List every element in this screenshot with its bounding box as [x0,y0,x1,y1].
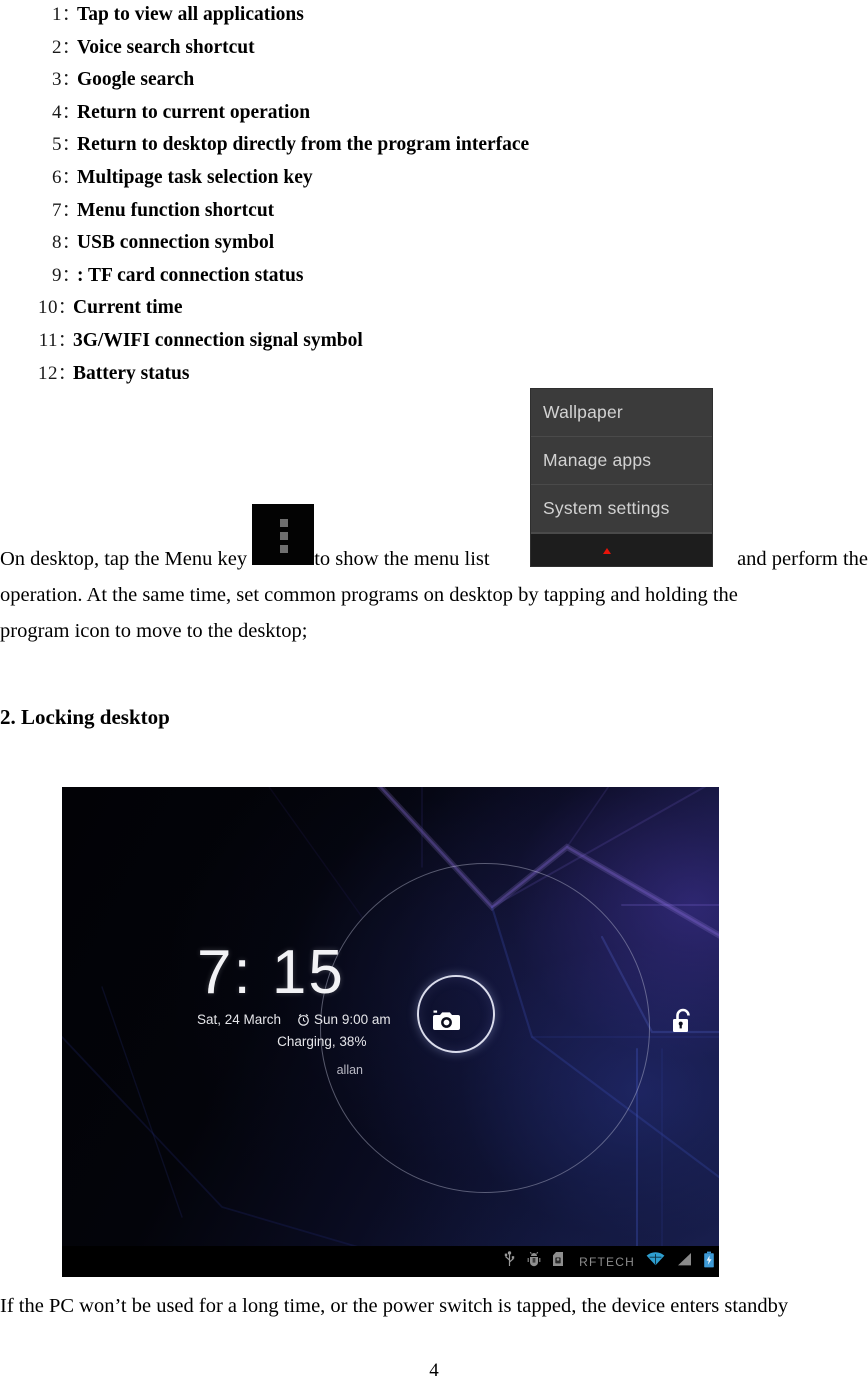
list-item-label: : TF card connection status [77,264,304,286]
signal-icon [676,1252,692,1272]
list-item-label: Current time [73,297,183,319]
list-item-number: 9 [52,264,62,286]
list-item: 4 ： Return to current operation [0,98,868,131]
system-status-bar: RFTECH [62,1246,719,1277]
list-item-number: 1 [52,4,62,25]
wifi-icon [646,1251,665,1272]
paragraph-line: If the PC won’t be used for a long time,… [0,1295,789,1317]
section-heading: 2. Locking desktop [0,705,170,729]
list-item-label: Multipage task selection key [77,166,313,188]
list-item: 10 ： Current time [0,293,868,326]
menu-key-icon [252,504,315,565]
paragraph-line: On desktop, tap the Menu key to show the… [0,504,868,577]
menu-item-manage-apps[interactable]: Manage apps [531,437,712,485]
list-item-label: 3G/WIFI connection signal symbol [73,329,363,351]
list-item: 12 ： Battery status [0,359,868,392]
paragraph-text: to show the menu list [314,548,490,570]
list-item-number: 12 [38,362,58,384]
list-item-separator: ： [62,233,79,253]
list-item-separator: ： [58,363,75,383]
paragraph-text: and perform the [737,548,868,570]
carrier-label: RFTECH [579,1254,635,1269]
list-item: 1 ： Tap to view all applications [0,0,868,33]
list-item-number: 8 [52,232,62,254]
menu-item-system-settings[interactable]: System settings [531,485,712,533]
clock-date: Sat, 24 March [197,1012,282,1027]
list-item-separator: ： [62,200,79,220]
list-item: 11 ： 3G/WIFI connection signal symbol [0,326,868,359]
list-item-separator: ： [62,102,79,122]
list-item-label: Battery status [73,362,190,384]
list-item-number: 3 [52,69,62,91]
unlock-icon[interactable] [670,1007,696,1040]
list-item-separator: ： [62,70,79,90]
list-item-label: Google search [77,69,195,91]
paragraph-line: program icon to move to the desktop; [0,620,308,642]
list-item-separator: ： [62,167,79,187]
list-item-number: 5 [52,134,62,156]
lockscreen-screenshot: 7: 15 Sat, 24 March Sun 9:00 am Charging… [62,787,719,1277]
list-item-separator: ： [62,135,79,155]
menu-item-wallpaper[interactable]: Wallpaper [531,389,712,437]
battery-charging-icon [703,1251,715,1273]
red-marker-icon [603,548,611,554]
list-item-number: 2 [52,36,62,58]
alarm-clock-icon [298,1014,309,1026]
list-item: 7 ： Menu function shortcut [0,196,868,229]
status-legend-list: 1 ： Tap to view all applications 2 ： Voi… [0,0,868,391]
camera-icon[interactable] [432,1009,462,1038]
list-item: 9 ： : TF card connection status [0,261,868,294]
list-item: 2 ： Voice search shortcut [0,33,868,66]
charging-status: Charging, 38% [277,1034,367,1049]
list-item-separator: ： [62,5,79,24]
list-item-separator: ： [62,37,79,57]
list-item: 6 ： Multipage task selection key [0,163,868,196]
list-item-separator: ： [58,298,75,318]
list-item-number: 11 [38,329,58,351]
list-item-label: Menu function shortcut [77,199,275,221]
android-debug-icon [527,1251,541,1272]
paragraph-text: On desktop, tap the Menu key [0,548,253,570]
list-item-label: Return to desktop directly from the prog… [77,134,530,156]
alarm-time: Sun 9:00 am [314,1012,391,1027]
page-number: 4 [429,1360,439,1381]
sd-card-icon [552,1251,564,1272]
list-item: 5 ： Return to desktop directly from the … [0,130,868,163]
list-item-label: USB connection symbol [77,232,275,254]
menu-popup-footer [531,533,712,566]
menu-list-popup-figure: Wallpaper Manage apps System settings [531,389,712,566]
paragraph-menu-key: On desktop, tap the Menu key to show the… [0,504,868,649]
list-item: 8 ： USB connection symbol [0,228,868,261]
list-item-label: Voice search shortcut [77,36,255,58]
list-item-separator: ： [62,265,79,285]
lockscreen-clock-widget: 7: 15 Sat, 24 March Sun 9:00 am Charging… [197,938,391,1078]
clock-meta: Sat, 24 March Sun 9:00 am [197,1012,391,1027]
list-item-separator: ： [58,330,75,350]
clock-time: 7: 15 [197,938,345,1007]
list-item-label: Tap to view all applications [77,4,304,25]
list-item: 3 ： Google search [0,65,868,98]
usb-icon [503,1251,516,1272]
alarm-info: Sun 9:00 am [297,1012,391,1027]
list-item-number: 6 [52,166,62,188]
paragraph-standby: If the PC won’t be used for a long time,… [0,1288,868,1324]
owner-name: allan [336,1063,364,1077]
list-item-label: Return to current operation [77,101,311,123]
paragraph-line: operation. At the same time, set common … [0,584,738,606]
list-item-number: 7 [52,199,62,221]
list-item-number: 4 [52,101,62,123]
list-item-number: 10 [38,297,58,319]
